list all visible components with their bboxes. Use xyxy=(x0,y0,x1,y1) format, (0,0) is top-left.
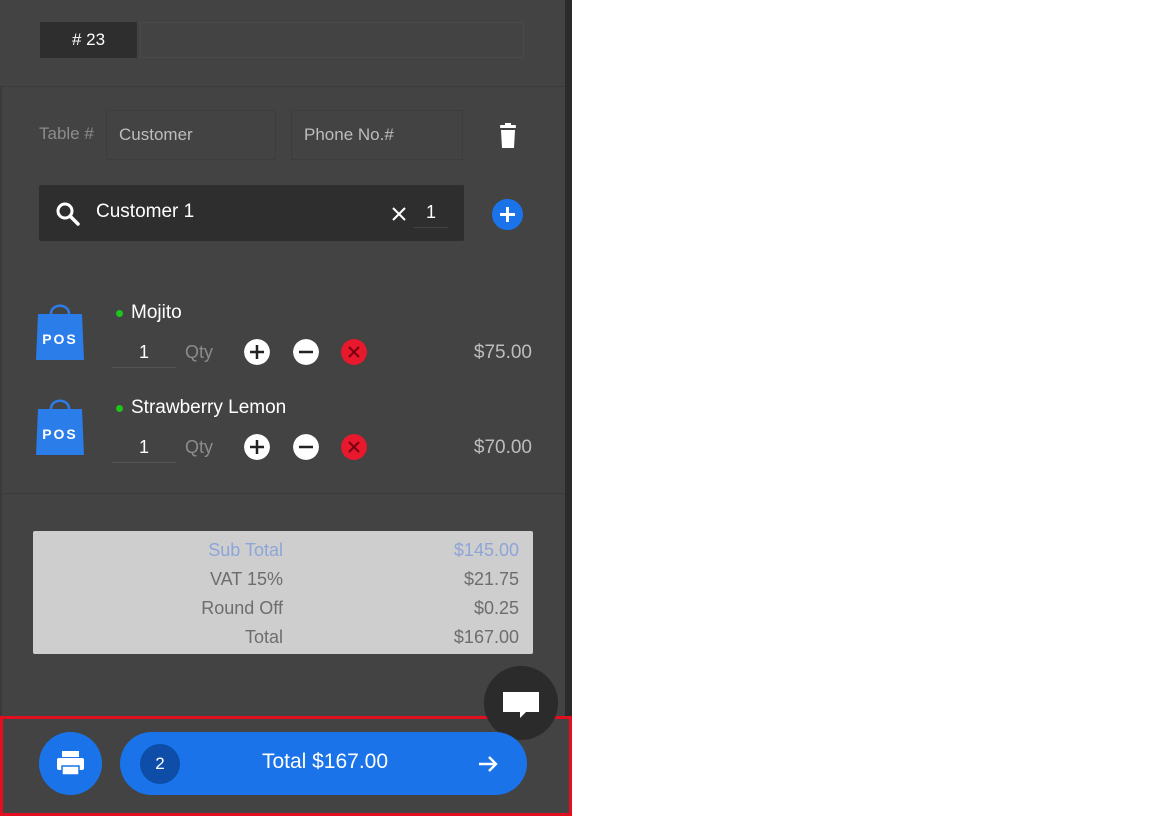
quantity-input[interactable]: 1 xyxy=(112,337,176,368)
panel-scroll-edge xyxy=(565,0,572,816)
vat-label: VAT 15% xyxy=(209,569,283,589)
vat-row: VAT 15% $21.75 xyxy=(33,563,533,592)
item-price: $75.00 xyxy=(473,342,532,363)
cart-item: POS Strawberry Lemon 1 Qty $70.00 xyxy=(0,395,565,485)
quantity-input[interactable]: 1 xyxy=(112,432,176,463)
cart-item: POS Mojito 1 Qty $75.00 xyxy=(0,300,565,390)
arrow-right-icon[interactable] xyxy=(476,752,500,776)
chat-icon[interactable] xyxy=(484,666,558,740)
print-button[interactable] xyxy=(39,732,102,795)
round-off-value: $0.25 xyxy=(473,598,519,618)
minus-icon[interactable] xyxy=(293,339,319,365)
search-icon xyxy=(56,202,80,226)
item-name: Strawberry Lemon xyxy=(131,397,287,418)
pos-bag-icon: POS xyxy=(36,304,84,360)
remove-icon[interactable] xyxy=(341,339,367,365)
subtotal-row: Sub Total $145.00 xyxy=(33,534,533,563)
guest-count-input[interactable]: 1 xyxy=(414,197,448,228)
minus-icon[interactable] xyxy=(293,434,319,460)
plus-icon[interactable] xyxy=(244,434,270,460)
table-number-label[interactable]: Table # xyxy=(39,124,94,144)
round-off-label: Round Off xyxy=(201,598,283,618)
subtotal-label: Sub Total xyxy=(208,540,283,560)
checkout-total-label: Total $167.00 xyxy=(261,750,389,773)
quantity-label: Qty xyxy=(185,342,214,362)
add-customer-button[interactable] xyxy=(492,199,523,230)
subtotal-value: $145.00 xyxy=(453,540,519,560)
total-label: Total xyxy=(244,627,283,647)
close-icon[interactable] xyxy=(390,205,408,223)
vat-value: $21.75 xyxy=(463,569,519,589)
status-dot xyxy=(116,310,123,317)
item-count-badge: 2 xyxy=(140,744,180,784)
phone-field-placeholder: Phone No.# xyxy=(304,125,394,144)
pos-bag-icon: POS xyxy=(36,399,84,455)
total-row: Total $167.00 xyxy=(33,621,533,650)
phone-field[interactable]: Phone No.# xyxy=(291,110,463,160)
order-note-field[interactable] xyxy=(140,22,524,58)
order-number[interactable]: # 23 xyxy=(40,22,137,58)
status-dot xyxy=(116,405,123,412)
remove-icon[interactable] xyxy=(341,434,367,460)
divider xyxy=(0,493,565,494)
quantity-label: Qty xyxy=(185,437,214,457)
customer-field[interactable]: Customer xyxy=(106,110,276,160)
selected-customer[interactable]: Customer 1 xyxy=(96,201,194,223)
pos-bag-label: POS xyxy=(42,426,78,442)
total-value: $167.00 xyxy=(453,627,519,647)
item-price: $70.00 xyxy=(473,437,532,458)
customer-field-placeholder: Customer xyxy=(119,125,193,144)
pos-bag-label: POS xyxy=(42,331,78,347)
item-name: Mojito xyxy=(131,302,182,323)
round-off-row: Round Off $0.25 xyxy=(33,592,533,621)
totals-summary: Sub Total $145.00 VAT 15% $21.75 Round O… xyxy=(33,531,533,654)
trash-icon[interactable] xyxy=(494,122,522,150)
plus-icon[interactable] xyxy=(244,339,270,365)
